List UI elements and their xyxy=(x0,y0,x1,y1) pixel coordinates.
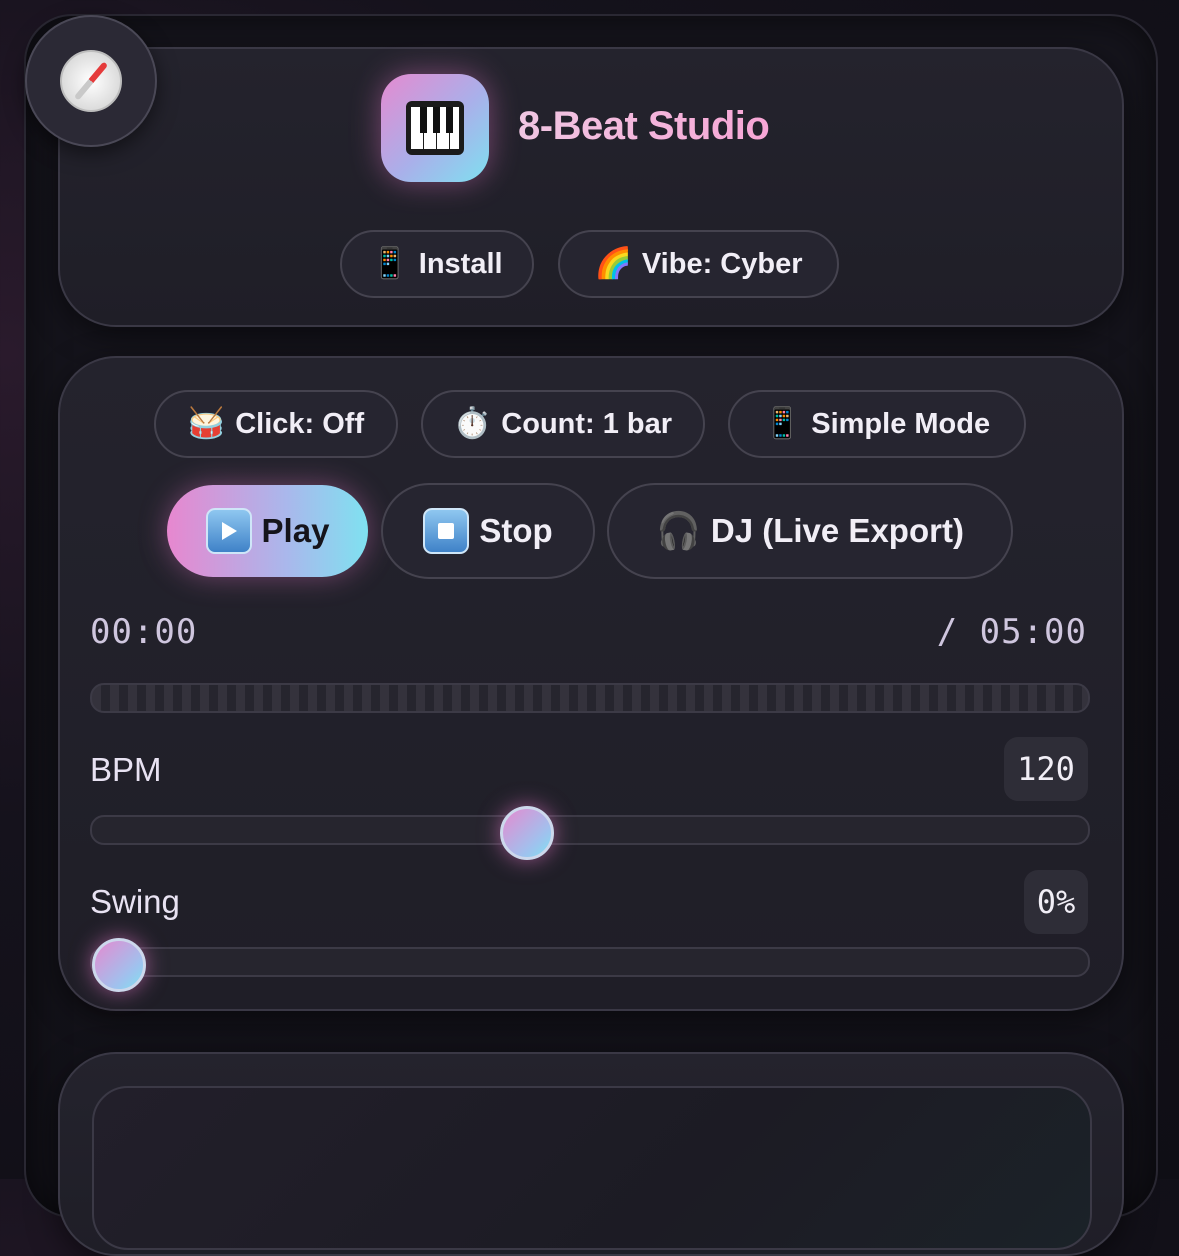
compass-button[interactable] xyxy=(25,15,157,147)
bpm-label: BPM xyxy=(90,751,162,788)
current-time: 00:00 xyxy=(90,612,198,652)
mobile-phone-icon: 📱 xyxy=(371,247,409,280)
dj-live-export-button[interactable]: 🎧 DJ (Live Export) xyxy=(607,483,1013,579)
compass-icon xyxy=(60,50,122,112)
stopwatch-icon: ⏱️ xyxy=(453,407,492,440)
play-label: Play xyxy=(261,512,330,549)
stop-label: Stop xyxy=(479,512,553,549)
vibe-button[interactable]: 🌈 Vibe: Cyber xyxy=(558,230,839,298)
headphones-icon: 🎧 xyxy=(656,510,701,551)
bpm-value: 120 xyxy=(1004,737,1088,801)
swing-slider-track[interactable] xyxy=(90,947,1090,977)
play-button[interactable]: Play xyxy=(167,485,368,577)
bpm-slider-track[interactable] xyxy=(90,815,1090,845)
swing-label: Swing xyxy=(90,883,180,920)
click-label: Click: Off xyxy=(235,407,365,440)
play-icon xyxy=(205,508,252,554)
piano-keys-icon xyxy=(406,101,464,155)
playback-progress-bar[interactable] xyxy=(90,683,1090,713)
rainbow-icon: 🌈 xyxy=(594,247,632,280)
swing-value: 0% xyxy=(1024,870,1088,934)
drum-icon: 🥁 xyxy=(187,407,226,440)
app-logo xyxy=(381,74,489,182)
bpm-slider-thumb[interactable] xyxy=(499,806,554,860)
stop-icon xyxy=(423,508,470,554)
install-button[interactable]: 📱 Install xyxy=(340,230,534,298)
count-in-button[interactable]: ⏱️ Count: 1 bar xyxy=(421,390,705,458)
stop-button[interactable]: Stop xyxy=(381,483,595,579)
pattern-card xyxy=(58,1052,1124,1256)
install-label: Install xyxy=(418,247,503,280)
app-title: 8-Beat Studio xyxy=(518,104,770,148)
swing-slider-thumb[interactable] xyxy=(92,938,146,992)
click-toggle-button[interactable]: 🥁 Click: Off xyxy=(154,390,398,458)
total-time: / 05:00 xyxy=(936,612,1087,652)
dj-label: DJ (Live Export) xyxy=(710,512,964,549)
vibe-label: Vibe: Cyber xyxy=(641,247,803,280)
mobile-phone-icon: 📱 xyxy=(763,407,802,440)
count-label: Count: 1 bar xyxy=(501,407,673,440)
pattern-grid-panel xyxy=(92,1086,1092,1250)
simple-mode-label: Simple Mode xyxy=(811,407,991,440)
simple-mode-button[interactable]: 📱 Simple Mode xyxy=(728,390,1026,458)
